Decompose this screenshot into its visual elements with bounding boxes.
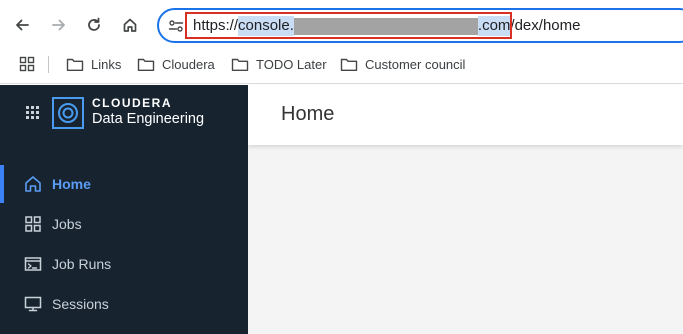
apps-grid-icon[interactable] — [19, 56, 35, 72]
bookmark-label: Cloudera — [162, 56, 215, 72]
nav-item-sessions[interactable]: Sessions — [0, 285, 248, 323]
bookmark-links[interactable]: Links — [66, 53, 121, 75]
house-icon — [123, 18, 137, 32]
brand-line2: Data Engineering — [92, 111, 205, 127]
nav-item-label: Job Runs — [52, 256, 112, 272]
nav-item-home[interactable]: Home — [0, 165, 248, 203]
grid-icon — [25, 216, 41, 232]
url-highlight-box — [185, 12, 512, 39]
folder-icon — [340, 58, 358, 71]
reload-button[interactable] — [82, 13, 106, 37]
bookmark-label: Links — [91, 56, 122, 72]
app-switcher-icon[interactable] — [26, 106, 39, 119]
bookmark-todo-later[interactable]: TODO Later — [231, 53, 327, 75]
folder-icon — [137, 58, 155, 71]
url-suffix: /dex/home — [510, 17, 581, 34]
bookmark-customer-council[interactable]: Customer council — [340, 53, 465, 75]
page-title: Home — [281, 103, 335, 125]
nav-item-job-runs[interactable]: Job Runs — [0, 245, 248, 283]
nav-item-label: Home — [52, 176, 91, 192]
home-icon — [25, 176, 41, 192]
terminal-icon — [24, 257, 42, 271]
home-page-button[interactable] — [118, 13, 142, 37]
back-button[interactable] — [10, 13, 34, 37]
page-header: Home — [248, 85, 683, 145]
brand-line1: CLOUDERA — [92, 96, 172, 110]
reload-icon — [88, 17, 100, 31]
brand-name: CLOUDERA Data Engineering — [92, 96, 204, 128]
browser-toolbar: https://console. .com/dex/home — [0, 0, 683, 50]
nav-item-label: Sessions — [52, 296, 109, 312]
cloudera-logo-icon — [52, 97, 84, 129]
arrow-right-icon — [52, 19, 65, 31]
folder-icon — [66, 58, 84, 71]
forward-button[interactable] — [47, 13, 71, 37]
arrow-left-icon — [16, 19, 29, 31]
bookmarks-divider — [48, 56, 49, 73]
site-info-icon[interactable] — [168, 18, 184, 34]
main-content — [248, 145, 683, 334]
nav-item-label: Jobs — [52, 216, 82, 232]
nav-item-jobs[interactable]: Jobs — [0, 205, 248, 243]
bookmark-label: Customer council — [365, 56, 466, 72]
folder-icon — [231, 58, 249, 71]
monitor-icon — [24, 296, 42, 312]
bookmark-cloudera[interactable]: Cloudera — [137, 53, 215, 75]
app-sidebar: CLOUDERA Data Engineering Home Jobs Job … — [0, 85, 248, 334]
bookmarks-bar: Links Cloudera TODO Later Customer counc… — [0, 50, 683, 84]
bookmark-label: TODO Later — [256, 56, 327, 72]
